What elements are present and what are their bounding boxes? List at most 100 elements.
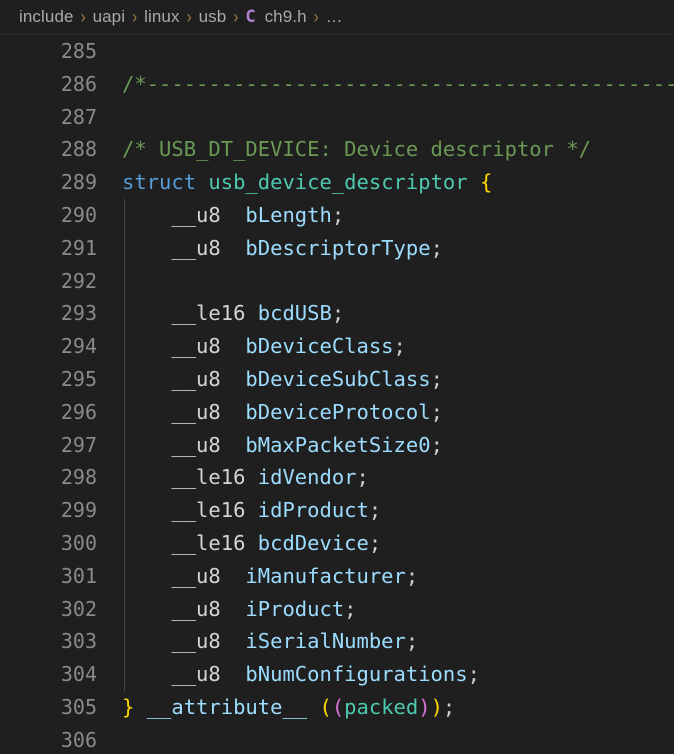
- code-token: {: [479, 170, 493, 195]
- breadcrumb-separator-icon: ›: [80, 6, 86, 28]
- code-token: bcdUSB: [257, 301, 332, 326]
- code-token: __u8: [122, 399, 246, 424]
- line-number: 304: [60, 662, 97, 687]
- code-token: iSerialNumber: [245, 629, 406, 654]
- code-token: ;: [344, 596, 357, 621]
- line-content[interactable]: __le16 bcdDevice;: [122, 527, 381, 560]
- code-line[interactable]: 298 __le16 idVendor;: [0, 461, 674, 494]
- code-token: packed: [344, 694, 419, 719]
- line-number: 299: [60, 498, 97, 523]
- code-token: bDeviceSubClass: [245, 366, 431, 391]
- breadcrumb-item-more[interactable]: …: [326, 7, 343, 27]
- code-token: ): [430, 694, 443, 719]
- breadcrumb-item-include[interactable]: include: [19, 7, 74, 27]
- breadcrumb-item-linux[interactable]: linux: [144, 7, 179, 27]
- code-token: idProduct: [257, 498, 369, 523]
- line-number: 297: [60, 432, 97, 457]
- line-content[interactable]: __u8 bDeviceClass;: [122, 330, 406, 363]
- line-number: 305: [60, 694, 97, 719]
- line-number: 289: [60, 170, 97, 195]
- code-token: ;: [368, 530, 382, 555]
- line-content[interactable]: /* USB_DT_DEVICE: Device descriptor */: [122, 133, 591, 166]
- code-token: ;: [467, 662, 480, 687]
- code-line[interactable]: 291 __u8 bDescriptorType;: [0, 232, 674, 265]
- code-token: bcdDevice: [257, 530, 369, 555]
- code-line[interactable]: 306: [0, 724, 674, 754]
- line-content[interactable]: __le16 bcdUSB;: [122, 297, 344, 330]
- code-line[interactable]: 295 __u8 bDeviceSubClass;: [0, 363, 674, 396]
- code-line[interactable]: 300 __le16 bcdDevice;: [0, 527, 674, 560]
- code-token: __le16: [122, 301, 258, 326]
- line-number: 306: [60, 727, 97, 752]
- code-token: bNumConfigurations: [245, 662, 468, 687]
- code-line[interactable]: 304 __u8 bNumConfigurations;: [0, 658, 674, 691]
- breadcrumb-item-usb[interactable]: usb: [199, 7, 227, 27]
- line-content[interactable]: __u8 iProduct;: [122, 593, 357, 626]
- line-number: 292: [60, 268, 97, 293]
- line-content[interactable]: } __attribute__ ((packed));: [122, 691, 455, 724]
- line-content[interactable]: __u8 bDescriptorType;: [122, 232, 443, 265]
- code-token: iManufacturer: [245, 563, 406, 588]
- code-token: ;: [430, 366, 443, 391]
- line-number: 298: [60, 465, 97, 490]
- code-editor[interactable]: 285 286 /*--------------------------------…: [0, 35, 674, 754]
- line-content[interactable]: /*--------------------------------------…: [122, 68, 674, 101]
- line-number: 300: [60, 530, 97, 555]
- code-token: bMaxPacketSize0: [245, 432, 431, 457]
- line-content[interactable]: __u8 bNumConfigurations;: [122, 658, 480, 691]
- line-number: 302: [60, 596, 97, 621]
- code-line[interactable]: 292: [0, 265, 674, 298]
- line-content[interactable]: __u8 bDeviceSubClass;: [122, 363, 443, 396]
- code-line[interactable]: 286 /*-----------------------------------…: [0, 68, 674, 101]
- line-content[interactable]: __u8 bMaxPacketSize0;: [122, 429, 443, 462]
- code-line[interactable]: 303 __u8 iSerialNumber;: [0, 625, 674, 658]
- line-content[interactable]: struct usb_device_descriptor {: [122, 166, 492, 199]
- code-lines-container: 285 286 /*--------------------------------…: [0, 35, 674, 754]
- code-token: bDescriptorType: [245, 235, 431, 260]
- line-content[interactable]: __u8 bDeviceProtocol;: [122, 396, 443, 429]
- code-line[interactable]: 305 } __attribute__ ((packed));: [0, 691, 674, 724]
- line-content[interactable]: __u8 iSerialNumber;: [122, 625, 418, 658]
- line-content[interactable]: __u8 bLength;: [122, 199, 344, 232]
- code-line[interactable]: 290 __u8 bLength;: [0, 199, 674, 232]
- code-token: __le16: [122, 530, 258, 555]
- code-token: struct: [122, 170, 197, 195]
- code-line[interactable]: 301 __u8 iManufacturer;: [0, 560, 674, 593]
- code-line[interactable]: 302 __u8 iProduct;: [0, 593, 674, 626]
- code-line[interactable]: 285: [0, 35, 674, 68]
- line-number: 287: [60, 104, 97, 129]
- line-number: 286: [60, 71, 97, 96]
- code-line[interactable]: 297 __u8 bMaxPacketSize0;: [0, 429, 674, 462]
- code-token: ;: [405, 563, 419, 588]
- code-token: /*--------------------------------------…: [122, 71, 674, 96]
- code-line[interactable]: 288 /* USB_DT_DEVICE: Device descriptor *…: [0, 133, 674, 166]
- code-token: ;: [430, 235, 443, 260]
- code-line[interactable]: 287: [0, 101, 674, 134]
- line-number: 296: [60, 399, 97, 424]
- code-line[interactable]: 296 __u8 bDeviceProtocol;: [0, 396, 674, 429]
- breadcrumb-separator-icon: ›: [233, 6, 239, 28]
- code-token: __u8: [122, 366, 246, 391]
- line-content[interactable]: __u8 iManufacturer;: [122, 560, 418, 593]
- code-line[interactable]: 289 struct usb_device_descriptor {: [0, 166, 674, 199]
- breadcrumb[interactable]: include › uapi › linux › usb › Cch9.h ›…: [0, 0, 674, 35]
- line-number: 295: [60, 366, 97, 391]
- code-token: /* USB_DT_DEVICE: Device descriptor */: [122, 137, 591, 162]
- line-number: 301: [60, 563, 97, 588]
- line-content[interactable]: __le16 idVendor;: [122, 461, 369, 494]
- line-content[interactable]: __le16 idProduct;: [122, 494, 381, 527]
- code-line[interactable]: 293 __le16 bcdUSB;: [0, 297, 674, 330]
- code-token: (: [331, 694, 345, 719]
- code-token: __le16: [122, 498, 258, 523]
- code-token: ;: [356, 465, 369, 490]
- code-token: usb_device_descriptor: [208, 170, 468, 195]
- code-line[interactable]: 294 __u8 bDeviceClass;: [0, 330, 674, 363]
- code-line[interactable]: 299 __le16 idProduct;: [0, 494, 674, 527]
- code-token: __le16: [122, 465, 258, 490]
- breadcrumb-item-uapi[interactable]: uapi: [93, 7, 126, 27]
- breadcrumb-item-ch9-h[interactable]: ch9.h: [265, 7, 307, 27]
- code-token: __u8: [122, 596, 246, 621]
- code-token: ;: [430, 399, 443, 424]
